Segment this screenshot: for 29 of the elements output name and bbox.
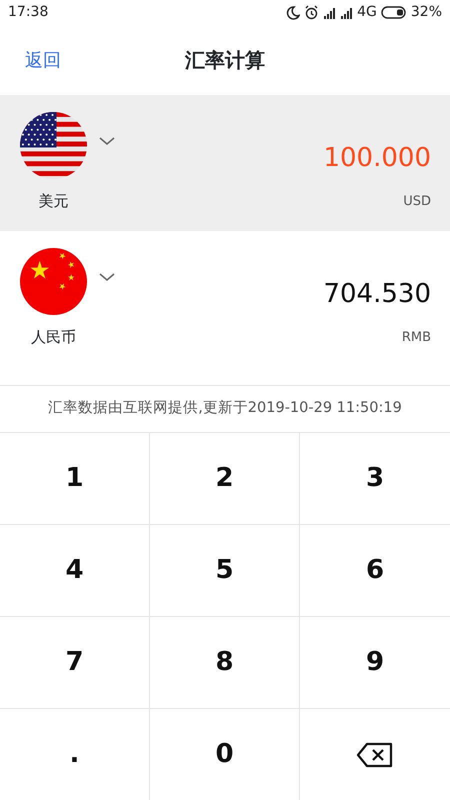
battery-icon	[380, 6, 407, 19]
back-button[interactable]: 返回	[25, 47, 61, 74]
moon-icon	[286, 6, 300, 20]
signal-icon	[323, 6, 336, 18]
key-button[interactable]: 1	[0, 433, 150, 525]
alarm-icon	[304, 5, 320, 20]
signal-icon	[340, 6, 354, 18]
key-button[interactable]: 5	[150, 525, 300, 617]
page-title: 汇率计算	[185, 47, 265, 74]
key-button[interactable]: 2	[150, 433, 300, 525]
amount-value: 704.530	[323, 278, 431, 311]
currency-row[interactable]: 人民币 704.530 RMB	[0, 231, 450, 386]
chevron-down-icon[interactable]	[98, 136, 116, 146]
clock-time: 17:38	[8, 3, 48, 22]
key-button[interactable]: 4	[0, 525, 150, 617]
currency-name: 美元	[38, 191, 68, 212]
key-button[interactable]: 7	[0, 617, 150, 709]
battery-percent: 32%	[410, 3, 442, 22]
chevron-down-icon[interactable]	[98, 272, 116, 282]
update-note: 汇率数据由互联网提供,更新于2019-10-29 11:50:19	[47, 398, 403, 418]
currency-name: 人民币	[31, 327, 76, 348]
currency-row[interactable]: 美元 100.000 USD	[0, 95, 450, 231]
amount-value: 100.000	[323, 142, 431, 175]
currency-code: RMB	[402, 329, 431, 347]
currency-code: USD	[403, 193, 431, 211]
flag-icon	[19, 247, 88, 316]
network-label: 4G	[357, 3, 377, 22]
key-button[interactable]: 8	[150, 617, 300, 709]
backspace-icon	[356, 742, 394, 768]
